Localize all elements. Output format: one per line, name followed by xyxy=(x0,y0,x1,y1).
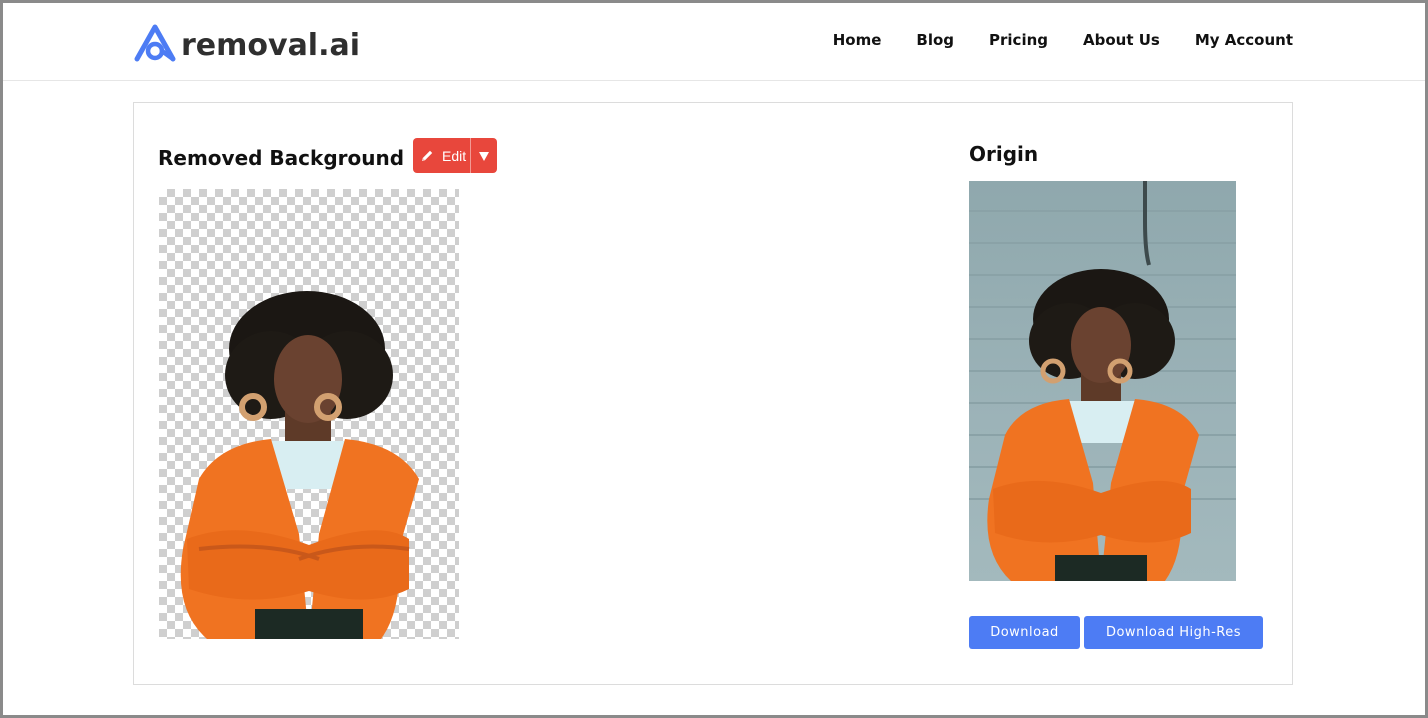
removed-background-title: Removed Background xyxy=(158,146,405,170)
edit-button[interactable]: Edit xyxy=(413,138,471,173)
site-header: removal.ai Home Blog Pricing About Us My… xyxy=(3,3,1425,81)
download-high-res-button[interactable]: Download High-Res xyxy=(1084,616,1263,649)
logo-icon xyxy=(134,24,176,62)
removed-background-image xyxy=(159,189,459,639)
edit-dropdown-toggle[interactable] xyxy=(471,138,497,173)
nav-about-us[interactable]: About Us xyxy=(1083,31,1160,49)
logo-text: removal.ai xyxy=(181,27,361,63)
edit-button-group: Edit xyxy=(413,138,497,173)
edit-label: Edit xyxy=(442,147,467,164)
nav-pricing[interactable]: Pricing xyxy=(989,31,1048,49)
nav-my-account[interactable]: My Account xyxy=(1195,31,1293,49)
logo[interactable]: removal.ai xyxy=(133,19,360,67)
pencil-icon xyxy=(422,150,433,161)
nav-home[interactable]: Home xyxy=(833,31,882,49)
origin-title: Origin xyxy=(969,142,1039,166)
browser-frame: removal.ai Home Blog Pricing About Us My… xyxy=(0,0,1428,718)
person-photo-icon xyxy=(969,181,1236,581)
nav-blog[interactable]: Blog xyxy=(916,31,954,49)
main-nav: Home Blog Pricing About Us My Account xyxy=(833,31,1293,49)
person-cutout-icon xyxy=(180,291,419,639)
caret-down-icon xyxy=(479,151,489,161)
original-image xyxy=(969,181,1236,581)
download-button[interactable]: Download xyxy=(969,616,1080,649)
